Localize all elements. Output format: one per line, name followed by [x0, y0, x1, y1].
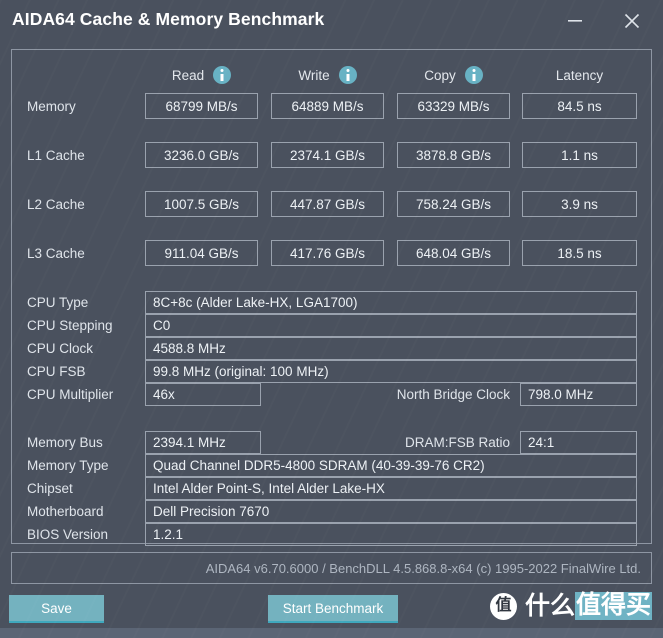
label-cpu-fsb: CPU FSB: [27, 364, 86, 379]
column-header-read-label: Read: [171, 67, 205, 83]
info-icon-write[interactable]: [338, 66, 357, 84]
cell-l1-latency: 1.1 ns: [522, 142, 637, 168]
status-bar: [0, 628, 663, 638]
column-header-copy: Copy: [397, 64, 510, 86]
cell-l2-copy: 758.24 GB/s: [397, 191, 510, 217]
title-bar: AIDA64 Cache & Memory Benchmark: [0, 0, 663, 44]
column-header-latency-label: Latency: [555, 67, 604, 83]
cell-memory-write: 64889 MB/s: [271, 93, 384, 119]
value-bios-version: 1.2.1: [145, 523, 637, 546]
label-chipset: Chipset: [27, 481, 73, 496]
cell-memory-latency: 84.5 ns: [522, 93, 637, 119]
label-cpu-type: CPU Type: [27, 295, 89, 310]
label-cpu-clock: CPU Clock: [27, 341, 94, 356]
value-north-bridge-clock: 798.0 MHz: [520, 383, 637, 406]
cell-l3-copy: 648.04 GB/s: [397, 240, 510, 266]
row-label-memory: Memory: [27, 98, 76, 114]
cell-l3-read: 911.04 GB/s: [145, 240, 258, 266]
cell-memory-copy: 63329 MB/s: [397, 93, 510, 119]
column-header-latency: Latency: [522, 64, 637, 86]
aida64-window: AIDA64 Cache & Memory Benchmark Read Wri…: [0, 0, 663, 638]
cell-l2-latency: 3.9 ns: [522, 191, 637, 217]
minimize-icon: [568, 20, 582, 22]
window-title: AIDA64 Cache & Memory Benchmark: [12, 9, 325, 29]
watermark-text-highlighted: 值得买: [575, 591, 653, 620]
value-memory-bus: 2394.1 MHz: [145, 431, 261, 454]
row-label-l3-cache: L3 Cache: [27, 245, 85, 261]
value-cpu-type: 8C+8c (Alder Lake-HX, LGA1700): [145, 291, 637, 314]
row-label-l2-cache: L2 Cache: [27, 196, 85, 212]
cell-memory-read: 68799 MB/s: [145, 93, 258, 119]
cell-l3-latency: 18.5 ns: [522, 240, 637, 266]
cell-l2-read: 1007.5 GB/s: [145, 191, 258, 217]
column-header-read: Read: [145, 64, 258, 86]
label-memory-bus: Memory Bus: [27, 435, 103, 450]
cell-l1-copy: 3878.8 GB/s: [397, 142, 510, 168]
cell-l2-write: 447.87 GB/s: [271, 191, 384, 217]
cell-l3-write: 417.76 GB/s: [271, 240, 384, 266]
watermark: 值 什么 值得买: [490, 589, 653, 623]
cell-l1-write: 2374.1 GB/s: [271, 142, 384, 168]
watermark-text-plain: 什么: [525, 591, 576, 620]
row-label-l1-cache: L1 Cache: [27, 147, 85, 163]
label-memory-type: Memory Type: [27, 458, 109, 473]
value-chipset: Intel Alder Point-S, Intel Alder Lake-HX: [145, 477, 637, 500]
watermark-text: 什么 值得买: [525, 591, 653, 620]
value-motherboard: Dell Precision 7670: [145, 500, 637, 523]
value-cpu-clock: 4588.8 MHz: [145, 337, 637, 360]
label-cpu-multiplier: CPU Multiplier: [27, 387, 114, 402]
label-bios-version: BIOS Version: [27, 527, 109, 542]
close-button[interactable]: [615, 6, 649, 36]
minimize-button[interactable]: [558, 6, 592, 36]
info-icon-read[interactable]: [213, 66, 232, 84]
column-header-write: Write: [271, 64, 384, 86]
column-header-copy-label: Copy: [424, 67, 456, 83]
value-cpu-fsb: 99.8 MHz (original: 100 MHz): [145, 360, 637, 383]
value-cpu-multiplier: 46x: [145, 383, 261, 406]
label-north-bridge-clock: North Bridge Clock: [396, 387, 510, 402]
label-motherboard: Motherboard: [27, 504, 104, 519]
value-cpu-stepping: C0: [145, 314, 637, 337]
value-memory-type: Quad Channel DDR5-4800 SDRAM (40-39-39-7…: [145, 454, 637, 477]
cell-l1-read: 3236.0 GB/s: [145, 142, 258, 168]
label-dram-fsb-ratio: DRAM:FSB Ratio: [404, 435, 510, 450]
info-icon-copy[interactable]: [464, 66, 483, 84]
column-header-write-label: Write: [298, 67, 330, 83]
value-dram-fsb-ratio: 24:1: [520, 431, 637, 454]
label-cpu-stepping: CPU Stepping: [27, 318, 113, 333]
save-button[interactable]: Save: [9, 595, 104, 621]
credit-bar: AIDA64 v6.70.6000 / BenchDLL 4.5.868.8-x…: [11, 552, 652, 584]
watermark-badge-icon: 值: [490, 592, 517, 620]
close-icon: [624, 13, 640, 29]
start-benchmark-button[interactable]: Start Benchmark: [268, 595, 398, 621]
